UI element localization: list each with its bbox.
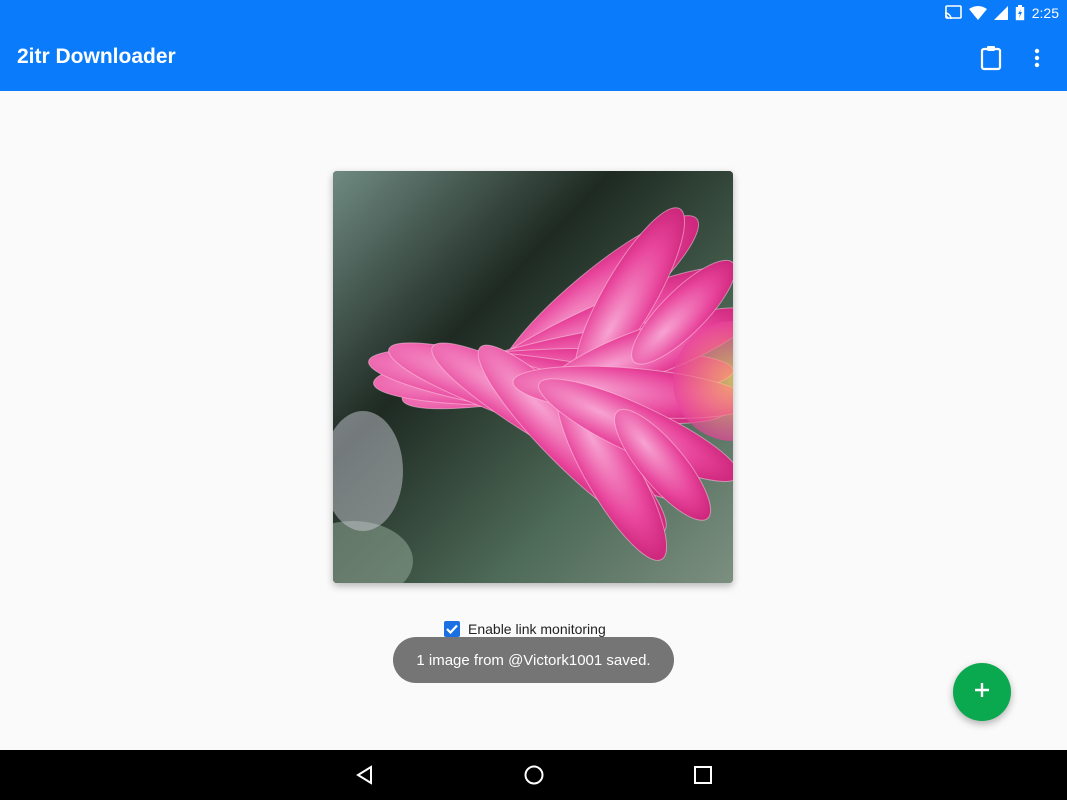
- downloaded-image[interactable]: [333, 171, 733, 583]
- app-actions: [979, 43, 1049, 73]
- main-content: Enable link monitoring 1 image from @Vic…: [0, 91, 1067, 750]
- toast-text: 1 image from @Victork1001 saved.: [416, 651, 651, 669]
- app-title: 2itr Downloader: [17, 45, 176, 68]
- toast-message: 1 image from @Victork1001 saved.: [393, 637, 674, 683]
- battery-charging-icon: [1015, 4, 1025, 21]
- recents-icon[interactable]: [691, 763, 715, 787]
- status-icons: 2:25: [944, 0, 1059, 25]
- home-icon[interactable]: [522, 763, 546, 787]
- clipboard-icon[interactable]: [979, 43, 1003, 73]
- more-vert-icon[interactable]: [1025, 43, 1049, 73]
- navigation-bar: [0, 750, 1067, 800]
- add-button[interactable]: [953, 663, 1011, 721]
- status-bar: 2:25: [0, 0, 1067, 25]
- app-bar: 2itr Downloader: [0, 25, 1067, 91]
- wifi-icon: [968, 5, 987, 20]
- link-monitoring-checkbox-row[interactable]: Enable link monitoring: [444, 621, 606, 637]
- cast-icon: [944, 5, 962, 20]
- link-monitoring-checkbox[interactable]: [444, 621, 460, 637]
- signal-icon: [993, 5, 1008, 20]
- back-icon[interactable]: [353, 763, 377, 787]
- link-monitoring-label: Enable link monitoring: [468, 621, 606, 637]
- status-time: 2:25: [1031, 4, 1059, 21]
- add-icon: [973, 681, 991, 704]
